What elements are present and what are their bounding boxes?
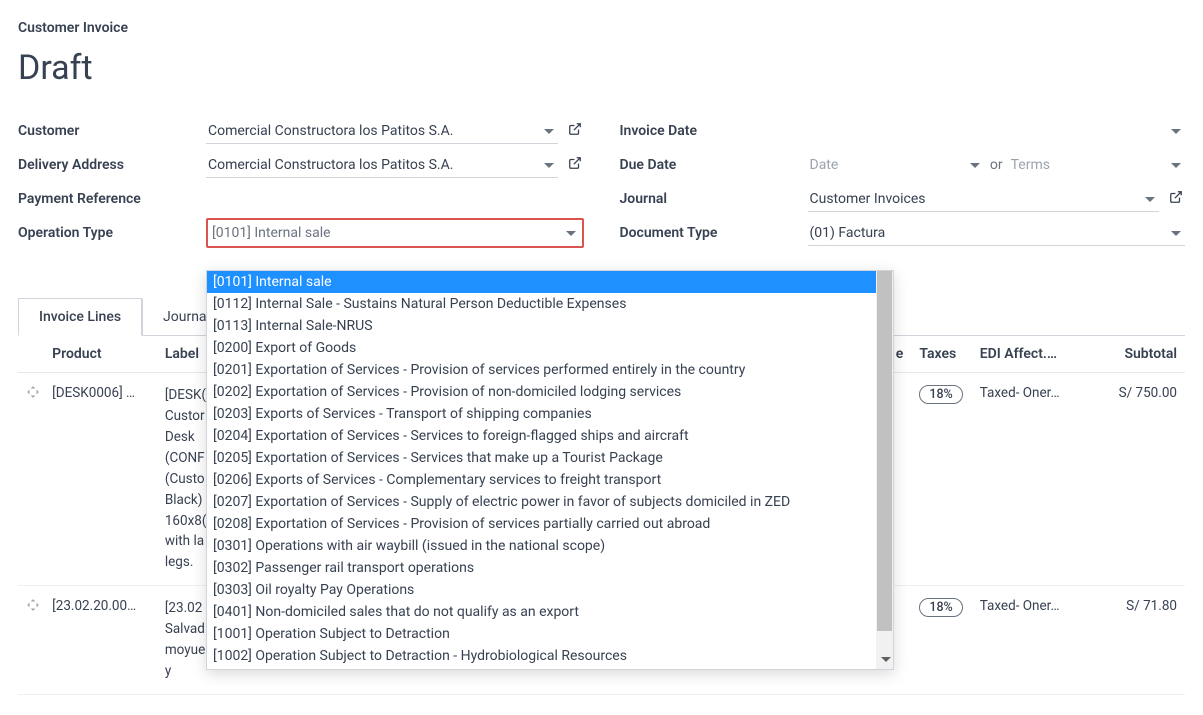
operation-type-dropdown[interactable]: [0101] Internal sale[0112] Internal Sale… — [206, 270, 894, 670]
dropdown-option[interactable]: [0401] Non-domiciled sales that do not q… — [207, 601, 876, 623]
due-date-terms-field[interactable]: Terms — [1009, 153, 1185, 178]
dropdown-option[interactable]: [0302] Passenger rail transport operatio… — [207, 557, 876, 579]
due-date-date-field[interactable]: Date — [808, 153, 984, 178]
scrollbar-thumb[interactable] — [877, 271, 892, 631]
product-cell[interactable]: [DESK0006] … — [44, 373, 157, 586]
form-col-right: Invoice Date Due Date Date or Terms — [620, 114, 1186, 250]
product-cell[interactable]: [23.02.20.00… — [44, 586, 157, 695]
form-grid: Customer Comercial Constructora los Pati… — [18, 114, 1185, 250]
tab-invoice-lines[interactable]: Invoice Lines — [18, 298, 142, 336]
document-type-label: Document Type — [620, 225, 808, 241]
document-type-field[interactable]: (01) Factura — [808, 221, 1186, 246]
dropdown-option[interactable]: [1001] Operation Subject to Detraction — [207, 623, 876, 645]
drag-handle-icon[interactable] — [26, 387, 44, 403]
col-product[interactable]: Product — [44, 336, 157, 373]
edi-cell[interactable]: Taxed- Oner… — [972, 373, 1085, 586]
operation-type-label: Operation Type — [18, 225, 206, 241]
dropdown-option[interactable]: [0203] Exports of Services - Transport o… — [207, 403, 876, 425]
col-taxes[interactable]: Taxes — [911, 336, 971, 373]
dropdown-option[interactable]: [0207] Exportation of Services - Supply … — [207, 491, 876, 513]
col-edi[interactable]: EDI Affect.… — [972, 336, 1085, 373]
dropdown-option[interactable]: [0206] Exports of Services - Complementa… — [207, 469, 876, 491]
dropdown-option[interactable]: [0204] Exportation of Services - Service… — [207, 425, 876, 447]
dropdown-option[interactable]: [1003] Operation Subject to Drawdown - P… — [207, 667, 876, 669]
dropdown-option[interactable]: [0303] Oil royalty Pay Operations — [207, 579, 876, 601]
scrollbar[interactable] — [876, 271, 893, 669]
subtotal-cell: S/ 71.80 — [1084, 586, 1185, 695]
journal-label: Journal — [620, 191, 808, 207]
dropdown-option[interactable]: [0201] Exportation of Services - Provisi… — [207, 359, 876, 381]
journal-field[interactable]: Customer Invoices — [808, 187, 1160, 212]
tax-chip[interactable]: 18% — [919, 385, 962, 404]
delivery-address-label: Delivery Address — [18, 157, 206, 173]
scroll-down-icon[interactable] — [878, 652, 893, 668]
dropdown-option[interactable]: [0200] Export of Goods — [207, 337, 876, 359]
payment-reference-label: Payment Reference — [18, 191, 206, 207]
dropdown-option[interactable]: [1002] Operation Subject to Detraction -… — [207, 645, 876, 667]
dropdown-option[interactable]: [0101] Internal sale — [207, 271, 876, 293]
dropdown-option[interactable]: [0301] Operations with air waybill (issu… — [207, 535, 876, 557]
customer-label: Customer — [18, 123, 206, 139]
dropdown-option[interactable]: [0208] Exportation of Services - Provisi… — [207, 513, 876, 535]
external-link-icon[interactable] — [566, 156, 584, 174]
customer-field[interactable]: Comercial Constructora los Patitos S.A. — [206, 119, 558, 144]
form-col-left: Customer Comercial Constructora los Pati… — [18, 114, 584, 250]
or-separator: or — [984, 157, 1009, 173]
page-title: Draft — [18, 48, 1185, 88]
invoice-date-field[interactable] — [808, 127, 1186, 136]
external-link-icon[interactable] — [1167, 190, 1185, 208]
col-subtotal[interactable]: Subtotal — [1084, 336, 1185, 373]
dropdown-option[interactable]: [0113] Internal Sale-NRUS — [207, 315, 876, 337]
operation-type-field[interactable]: [0101] Internal sale — [210, 221, 580, 245]
edi-cell[interactable]: Taxed- Oner… — [972, 586, 1085, 695]
dropdown-option[interactable]: [0205] Exportation of Services - Service… — [207, 447, 876, 469]
tax-chip[interactable]: 18% — [919, 598, 962, 617]
dropdown-option[interactable]: [0202] Exportation of Services - Provisi… — [207, 381, 876, 403]
payment-reference-field[interactable] — [206, 195, 584, 204]
taxes-cell[interactable]: 18% — [911, 373, 971, 586]
subtotal-cell: S/ 750.00 — [1084, 373, 1185, 586]
operation-type-field-highlight: [0101] Internal sale — [206, 218, 584, 248]
due-date-label: Due Date — [620, 157, 808, 173]
taxes-cell[interactable]: 18% — [911, 586, 971, 695]
breadcrumb: Customer Invoice — [18, 20, 1185, 36]
invoice-date-label: Invoice Date — [620, 123, 808, 139]
dropdown-option[interactable]: [0112] Internal Sale - Sustains Natural … — [207, 293, 876, 315]
delivery-address-field[interactable]: Comercial Constructora los Patitos S.A. — [206, 153, 558, 178]
external-link-icon[interactable] — [566, 122, 584, 140]
drag-handle-icon[interactable] — [26, 600, 44, 616]
